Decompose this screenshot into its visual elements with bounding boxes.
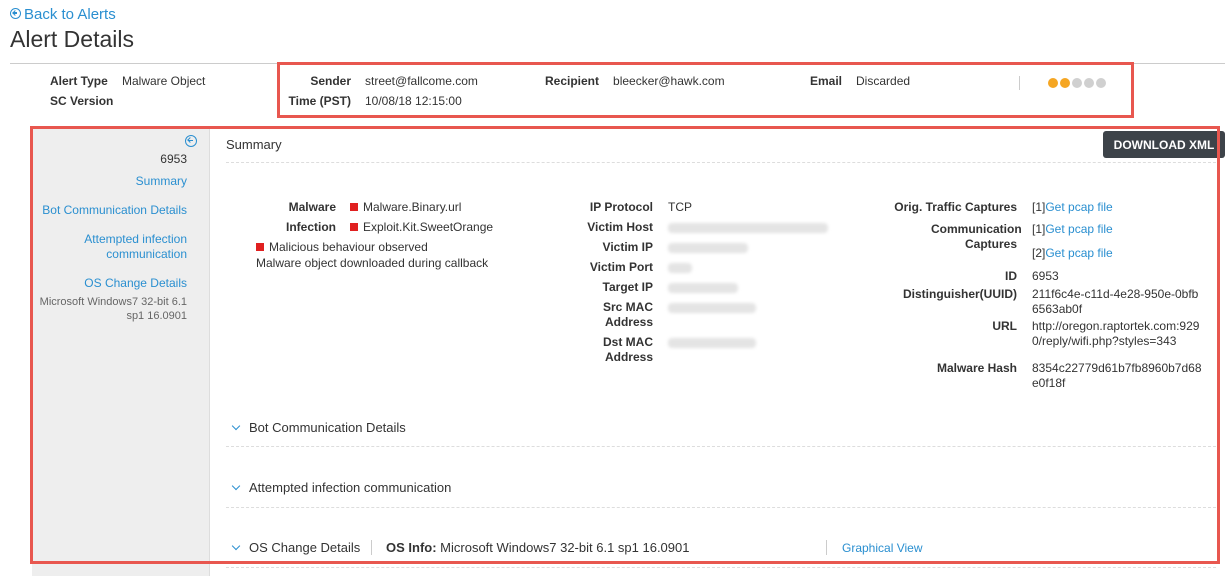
sidebar-item-summary[interactable]: Summary [136, 174, 187, 189]
graphical-view-link[interactable]: Graphical View [842, 541, 922, 555]
dst-mac-label: Dst MAC Address [603, 335, 653, 364]
chevron-down-icon [231, 481, 241, 491]
os-info-value: Microsoft Windows7 32-bit 6.1 sp1 16.090… [440, 540, 690, 555]
sidebar: 6953 Summary Bot Communication Details A… [32, 127, 210, 576]
divider [226, 162, 1216, 163]
ip-protocol-value: TCP [668, 200, 692, 214]
page-title: Alert Details [10, 26, 134, 52]
sender-label: Sender [310, 74, 351, 88]
alert-meta: Alert Type Malware Object SC Version [50, 74, 205, 114]
get-pcap-link[interactable]: Get pcap file [1045, 222, 1112, 236]
back-to-alerts-link[interactable]: Back to Alerts [10, 6, 116, 23]
redacted-value [668, 338, 756, 348]
sender-block: Sender street@fallcome.com Time (PST) 10/0… [281, 74, 478, 114]
separator [826, 540, 827, 555]
sidebar-alert-id: 6953 [160, 152, 187, 166]
separator [371, 540, 372, 555]
chevron-down-icon [231, 541, 241, 551]
malware-info: Malware Malware.Binary.url Infection Explo… [256, 200, 493, 272]
recipient-block: Recipient bleecker@hawk.com [545, 74, 725, 88]
ip-protocol-label: IP Protocol [589, 200, 653, 214]
recipient-label: Recipient [545, 74, 600, 88]
sidebar-os-text: Microsoft Windows7 32-bit 6.1 sp1 16.090… [39, 296, 187, 322]
hash-label: Malware Hash [936, 361, 1017, 375]
alert-type-label: Alert Type [50, 74, 108, 88]
divider [226, 567, 1216, 568]
download-xml-button[interactable]: DOWNLOAD XML [1103, 131, 1225, 158]
os-info: OS Info: Microsoft Windows7 32-bit 6.1 s… [386, 540, 690, 555]
infection-value: Exploit.Kit.SweetOrange [363, 220, 494, 234]
id-value: 6953 [1032, 269, 1059, 283]
get-pcap-link[interactable]: Get pcap file [1045, 246, 1112, 260]
url-value: http://oregon.raptortek.com:9290/reply/w… [1032, 319, 1200, 348]
header-divider [10, 63, 1225, 64]
email-label: Email [810, 74, 843, 88]
back-arrow-icon [10, 8, 21, 19]
email-block: Email Discarded [810, 74, 910, 88]
chevron-down-icon [231, 421, 241, 431]
hash-value: 8354c22779d61b7fb8960b7d68e0f18f [1032, 361, 1202, 390]
severity-dot [1072, 78, 1082, 88]
victim-host-label: Victim Host [587, 220, 653, 234]
url-label: URL [992, 319, 1017, 333]
malware-value: Malware.Binary.url [363, 200, 462, 214]
redacted-value [668, 223, 828, 233]
malicious-behaviour-text: Malicious behaviour observed [269, 240, 428, 254]
redacted-value [668, 263, 692, 273]
downloaded-text: Malware object downloaded during callbac… [256, 256, 489, 270]
sc-version-label: SC Version [50, 94, 114, 108]
sender-value: street@fallcome.com [365, 74, 478, 88]
redacted-value [668, 303, 756, 313]
get-pcap-link[interactable]: Get pcap file [1045, 200, 1112, 214]
section-attempted-infection[interactable]: Attempted infection communication [231, 480, 451, 495]
divider [226, 507, 1216, 508]
email-status: Discarded [856, 74, 911, 88]
section-bot-communication[interactable]: Bot Communication Details [231, 420, 406, 435]
summary-title: Summary [226, 137, 282, 152]
time-value: 10/08/18 12:15:00 [365, 94, 462, 108]
comm-captures-label: Communication Captures [931, 222, 1022, 251]
section-os-change[interactable]: OS Change Details [231, 540, 360, 555]
severity-indicator [1048, 77, 1108, 91]
severity-dot [1060, 78, 1070, 88]
id-label: ID [1005, 269, 1017, 283]
infection-label: Infection [286, 220, 336, 234]
severity-dot [1084, 78, 1094, 88]
severity-dot [1048, 78, 1058, 88]
redacted-value [668, 243, 748, 253]
main-panel: Summary DOWNLOAD XML Malware Malware.Bina… [211, 127, 1225, 576]
sidebar-item-attempted-infection[interactable]: Attempted infection communication [67, 232, 187, 262]
sidebar-item-os-change[interactable]: OS Change Details [84, 276, 187, 291]
red-square-icon [350, 223, 358, 231]
sidebar-item-bot-communication[interactable]: Bot Communication Details [42, 203, 187, 218]
network-info: IP Protocol TCP Victim Host Victim IP Vic… [581, 200, 828, 365]
uuid-label: Distinguisher(UUID) [903, 287, 1017, 301]
collapse-sidebar-icon[interactable] [185, 135, 197, 147]
victim-port-label: Victim Port [589, 260, 653, 274]
orig-traffic-label: Orig. Traffic Captures [894, 200, 1017, 214]
divider [226, 446, 1216, 447]
red-square-icon [256, 243, 264, 251]
time-label: Time (PST) [288, 94, 351, 108]
severity-dot [1096, 78, 1106, 88]
target-ip-label: Target IP [602, 280, 653, 294]
alert-type-value: Malware Object [122, 74, 206, 88]
victim-ip-label: Victim IP [602, 240, 653, 254]
capture-info: Orig. Traffic Captures [1]Get pcap file C… [851, 200, 1204, 391]
malware-label: Malware [288, 200, 336, 214]
src-mac-label: Src MAC Address [602, 300, 653, 329]
redacted-value [668, 283, 738, 293]
header-separator [1019, 76, 1020, 90]
recipient-value: bleecker@hawk.com [613, 74, 725, 88]
red-square-icon [350, 203, 358, 211]
uuid-value: 211f6c4e-c11d-4e28-950e-0bfb6563ab0f [1032, 287, 1199, 316]
